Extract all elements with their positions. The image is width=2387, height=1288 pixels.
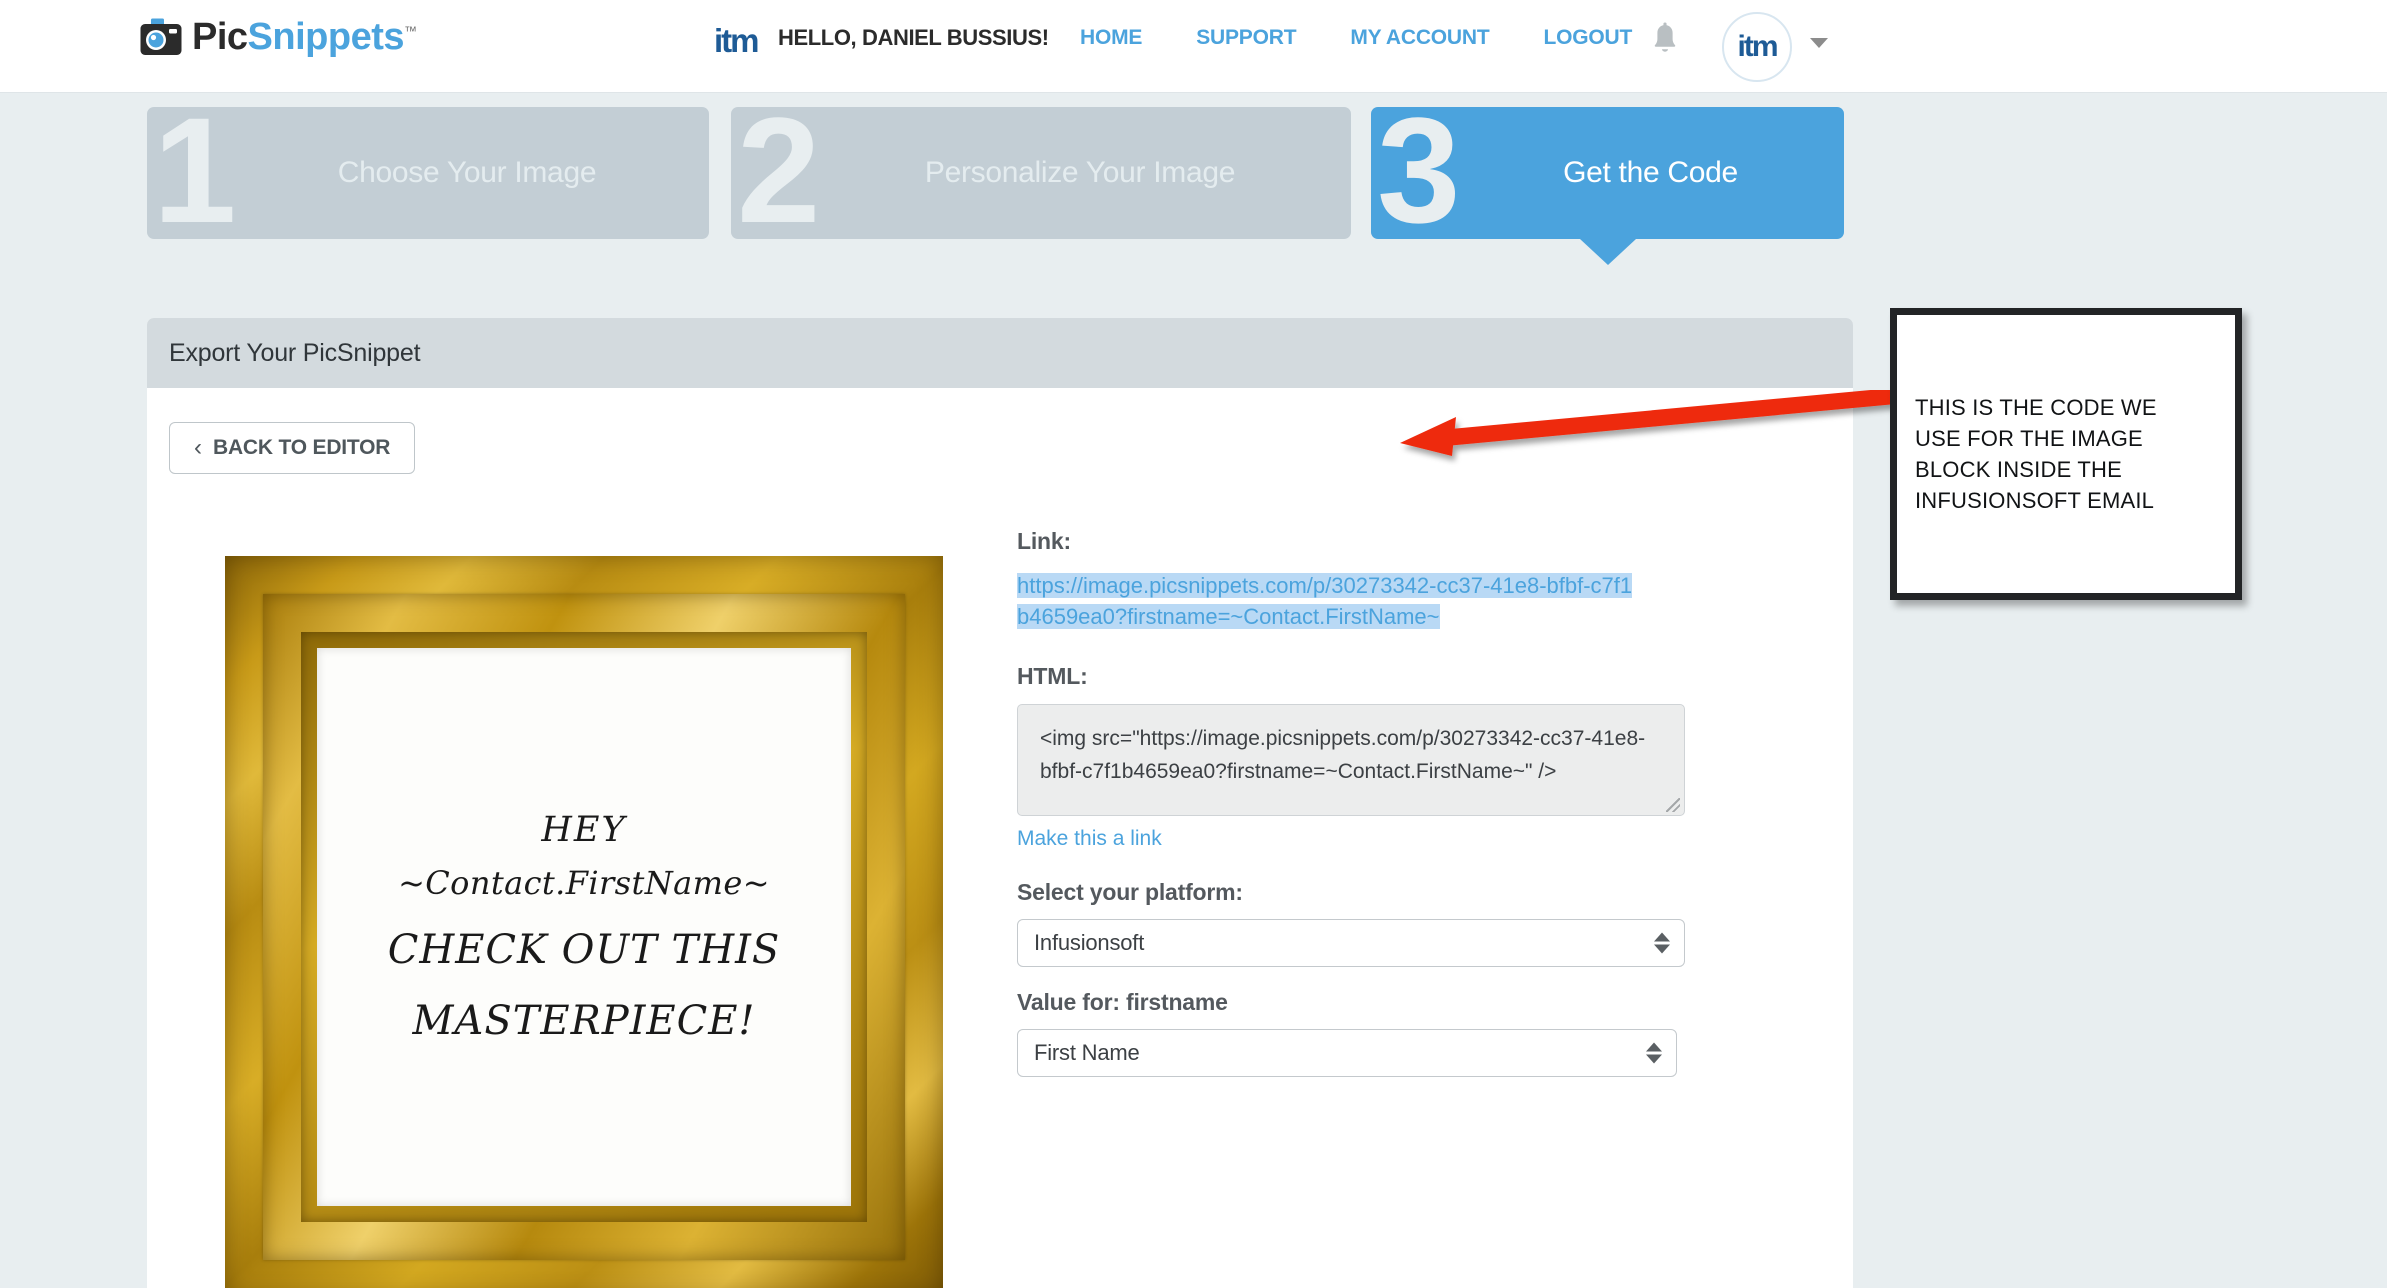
platform-label: Select your platform: [1017,879,1243,906]
firstname-value-select-value: First Name [1034,1040,1140,1066]
primary-nav-links: HOME SUPPORT MY ACCOUNT LOGOUT [1080,26,1632,50]
link-label: Link: [1017,528,1071,554]
step-1-label: Choose Your Image [337,156,597,189]
brand-logo[interactable]: PicSnippets™ [140,18,417,56]
notification-bell-icon[interactable] [1650,22,1680,56]
make-this-a-link[interactable]: Make this a link [1017,827,1162,851]
stepper-arrows-icon [1646,1042,1662,1064]
brand-name-blue: Snippets [247,16,405,58]
firstname-value-select[interactable]: First Name [1017,1029,1677,1078]
brand-name-dark: Pic [192,16,248,58]
nav-link-home[interactable]: HOME [1080,26,1142,50]
stepper-arrows-icon [1654,932,1670,954]
avatar-label: itm [1737,30,1779,63]
back-to-editor-button[interactable]: ‹ BACK TO EDITOR [169,422,416,474]
link-value-text: https://image.picsnippets.com/p/30273342… [1017,573,1633,630]
trademark-symbol: ™ [404,23,417,39]
preview-line-3: CHECK OUT THIS [387,926,781,973]
nav-link-logout[interactable]: LOGOUT [1544,26,1633,50]
step-1-choose-your-image[interactable]: 1 Choose Your Image [147,95,709,245]
panel-body: ‹ BACK TO EDITOR HEY ~Contact.FirstName~… [147,388,1853,1288]
top-navigation-bar: PicSnippets™ itm HELLO, DANIEL BUSSIUS! … [0,0,2387,93]
chevron-down-icon[interactable] [1810,38,1828,48]
nav-link-support[interactable]: SUPPORT [1196,26,1296,50]
nav-link-my-account[interactable]: MY ACCOUNT [1350,26,1489,50]
panel-header: Export Your PicSnippet [147,318,1853,388]
brand-wordmark: PicSnippets™ [192,18,417,56]
step-2-personalize-your-image[interactable]: 2 Personalize Your Image [731,95,1351,245]
camera-icon [140,18,182,55]
firstname-value-label: Value for: firstname [1017,989,1228,1016]
step-3-get-the-code[interactable]: 3 Get the Code [1371,95,1844,245]
page-title: Export Your PicSnippet [169,338,421,367]
html-code-textarea[interactable]: <img src="https://image.picsnippets.com/… [1017,704,1685,817]
picsnippet-preview[interactable]: HEY ~Contact.FirstName~ CHECK OUT THIS M… [225,556,943,1288]
platform-select-value: Infusionsoft [1034,930,1145,956]
preview-line-1: HEY [541,809,627,850]
wizard-step-bar: 1 Choose Your Image 2 Personalize Your I… [0,93,2387,364]
link-value[interactable]: https://image.picsnippets.com/p/30273342… [1017,570,1637,632]
textarea-resize-handle[interactable] [1666,798,1680,813]
html-code-text: <img src="https://image.picsnippets.com/… [1040,727,1646,784]
preview-line-4: MASTERPIECE! [412,997,756,1044]
back-to-editor-label: BACK TO EDITOR [213,436,391,459]
annotation-callout-box: THIS IS THE CODE WE USE FOR THE IMAGE BL… [1890,308,2242,600]
chevron-left-icon: ‹ [194,434,202,461]
html-label: HTML: [1017,663,1088,690]
annotation-text: THIS IS THE CODE WE USE FOR THE IMAGE BL… [1915,394,2157,514]
organization-logo: itm [714,22,759,59]
preview-canvas: HEY ~Contact.FirstName~ CHECK OUT THIS M… [317,648,851,1206]
step-2-label: Personalize Your Image [924,156,1236,189]
avatar[interactable]: itm [1722,12,1792,82]
user-greeting: HELLO, DANIEL BUSSIUS! [778,25,1049,50]
preview-line-2: ~Contact.FirstName~ [398,863,770,902]
platform-select[interactable]: Infusionsoft [1017,919,1685,968]
export-form: Link: https://image.picsnippets.com/p/30… [1017,528,1817,1078]
step-3-active-pointer [1580,239,1636,265]
export-panel: Export Your PicSnippet ‹ BACK TO EDITOR … [147,318,1853,1288]
step-3-label: Get the Code [1563,156,1738,189]
